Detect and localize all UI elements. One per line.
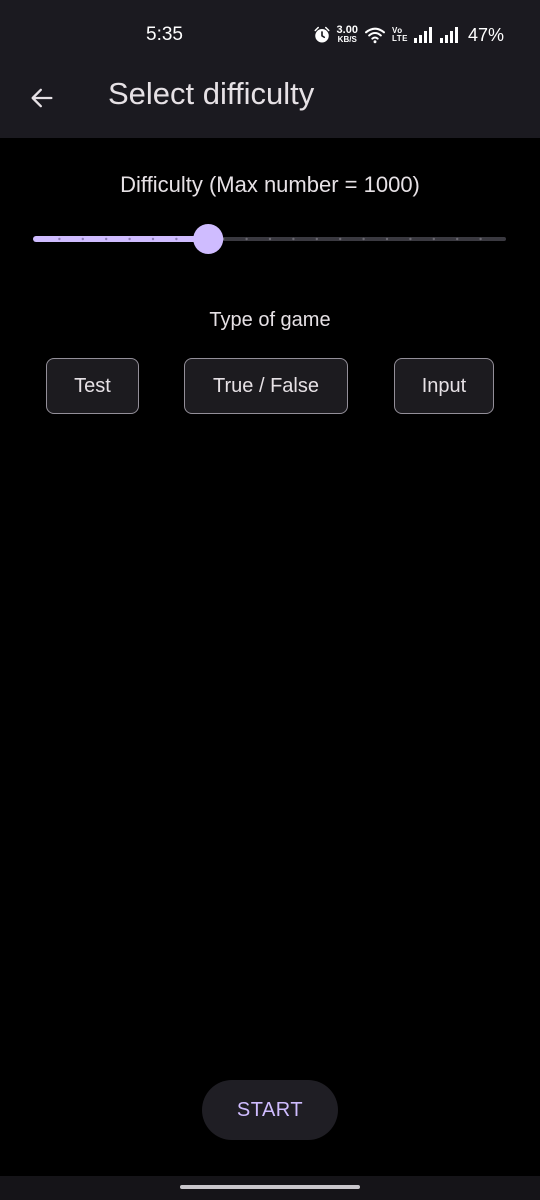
slider-tick xyxy=(432,237,435,241)
signal-icon xyxy=(439,27,458,43)
game-type-label: Type of game xyxy=(209,309,331,331)
slider-tick xyxy=(315,237,318,241)
back-button[interactable] xyxy=(18,74,66,122)
screen: 5:35 3.00 KB/S Vo LTE 47% Select difficu… xyxy=(0,0,540,1200)
net-speed: 3.00 KB/S xyxy=(336,24,358,45)
slider-tick xyxy=(175,237,178,241)
slider-tick xyxy=(362,237,365,241)
slider-tick xyxy=(151,237,155,241)
slider-tick xyxy=(292,237,295,241)
slider-tick xyxy=(128,237,131,241)
game-type-true-false-button[interactable]: True / False xyxy=(184,358,348,414)
battery-percent: 47% xyxy=(467,24,504,45)
slider-tick xyxy=(268,237,272,241)
start-button[interactable]: START xyxy=(202,1080,338,1140)
slider-graphic xyxy=(33,224,506,254)
alarm-icon xyxy=(314,26,330,43)
volte-indicator: Vo LTE xyxy=(392,27,408,43)
game-type-input-button[interactable]: Input xyxy=(394,358,494,414)
volte-bottom: LTE xyxy=(391,34,408,43)
slider-tick xyxy=(456,237,459,241)
app-bar: Select difficulty xyxy=(0,60,540,138)
net-speed-unit: KB/S xyxy=(337,35,357,44)
page-title: Select difficulty xyxy=(108,76,315,111)
slider-tick xyxy=(58,237,61,241)
slider-tick xyxy=(105,237,108,241)
status-time: 5:35 xyxy=(146,24,183,45)
gesture-handle[interactable] xyxy=(180,1185,360,1189)
difficulty-slider[interactable] xyxy=(33,223,506,255)
net-speed-value: 3.00 xyxy=(336,24,358,36)
slider-tick xyxy=(245,237,248,241)
arrow-back-icon xyxy=(31,88,53,108)
slider-tick xyxy=(409,237,412,241)
wifi-icon xyxy=(364,27,385,44)
slider-tick xyxy=(339,237,342,241)
navigation-bar xyxy=(0,1176,540,1200)
status-bar: 5:35 3.00 KB/S Vo LTE 47% xyxy=(0,0,540,60)
slider-tick xyxy=(385,237,389,241)
slider-tick xyxy=(479,237,482,241)
game-type-test-button[interactable]: Test xyxy=(46,358,139,414)
slider-tick xyxy=(81,237,84,241)
signal-icon xyxy=(413,27,432,43)
slider-thumb xyxy=(193,224,224,254)
status-icons: 3.00 KB/S Vo LTE 47% xyxy=(313,22,504,48)
difficulty-label: Difficulty (Max number = 1000) xyxy=(120,172,420,197)
